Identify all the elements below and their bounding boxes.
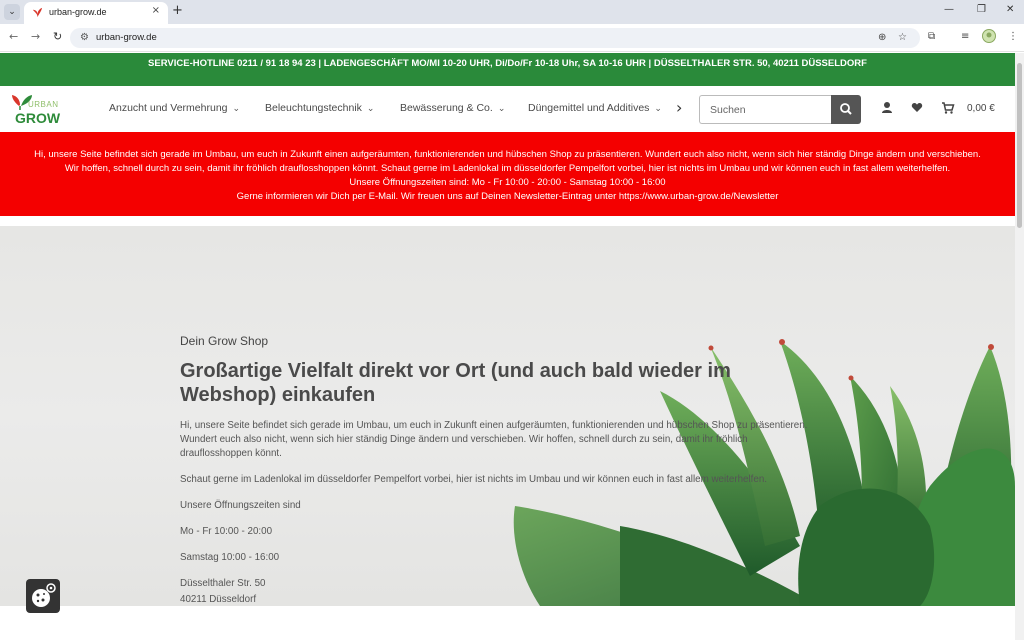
nav-item-label: Beleuchtungstechnik xyxy=(265,102,362,114)
zoom-icon[interactable]: ⊕ xyxy=(878,32,886,43)
site-header: URBAN GROW Anzucht und Vermehrung ⌄ Beleu… xyxy=(0,86,1015,132)
browser-tab-bar: ⌄ urban-grow.de × + — ❐ ✕ xyxy=(0,0,1024,24)
notice-line: Unsere Öffnungszeiten sind: Mo - Fr 10:0… xyxy=(349,177,666,188)
chevron-down-icon: ⌄ xyxy=(232,103,241,113)
tab-title: urban-grow.de xyxy=(49,7,107,17)
spacer xyxy=(0,216,1015,226)
hero-address-street: Düsselthaler Str. 50 xyxy=(180,578,266,589)
site-info-icon[interactable]: ⚙ xyxy=(80,32,89,43)
logo-text-grow: GROW xyxy=(15,110,61,126)
hero-eyebrow: Dein Grow Shop xyxy=(180,334,269,348)
media-controls-icon[interactable]: ≡ xyxy=(961,31,969,42)
nav-scroll-right-icon[interactable]: › xyxy=(676,98,682,117)
wishlist-heart-icon[interactable] xyxy=(911,101,923,115)
site-logo[interactable]: URBAN GROW xyxy=(10,90,62,130)
account-icon[interactable] xyxy=(881,101,893,115)
scrollbar-thumb[interactable] xyxy=(1017,63,1022,228)
extensions-icon[interactable]: ⧉ xyxy=(928,31,935,42)
window-close-icon[interactable]: ✕ xyxy=(1006,4,1014,15)
search-button[interactable] xyxy=(831,95,861,124)
new-tab-button[interactable]: + xyxy=(172,3,183,18)
nav-item-label: Anzucht und Vermehrung xyxy=(109,102,228,114)
back-icon[interactable]: ← xyxy=(9,30,18,43)
notice-line: Wir hoffen, schnell durch zu sein, damit… xyxy=(64,163,951,174)
notice-line: Gerne informieren wir Dich per E-Mail. W… xyxy=(236,191,779,202)
hero-content: Dein Grow Shop Großartige Vielfalt direk… xyxy=(180,334,820,606)
search-input[interactable] xyxy=(699,95,831,124)
web-page: SERVICE-HOTLINE 0211 / 91 18 94 23 | LAD… xyxy=(0,53,1015,640)
chevron-down-icon: ⌄ xyxy=(366,103,375,113)
address-url[interactable]: urban-grow.de xyxy=(96,32,157,43)
hero-paragraph: Mo - Fr 10:00 - 20:00 xyxy=(180,526,273,537)
minimize-icon[interactable]: — xyxy=(944,4,954,15)
hero-paragraph: Samstag 10:00 - 16:00 xyxy=(180,552,280,563)
hero-paragraph: Hi, unsere Seite befindet sich gerade im… xyxy=(180,420,808,459)
tab-search-dropdown-icon[interactable]: ⌄ xyxy=(4,4,20,20)
hero-address-city: 40211 Düsseldorf xyxy=(180,594,257,605)
nav-item-bewaesserung[interactable]: Bewässerung & Co. ⌄ xyxy=(400,102,505,114)
hero-title: Großartige Vielfalt direkt vor Ort (und … xyxy=(180,360,731,406)
cookie-icon xyxy=(32,583,56,607)
cart-total[interactable]: 0,00 € xyxy=(967,103,995,114)
browser-toolbar: ← → ↻ ⚙ urban-grow.de ⊕ ☆ ⧉ ≡ ⋮ xyxy=(0,24,1024,52)
reload-icon[interactable]: ↻ xyxy=(53,30,62,43)
nav-item-beleuchtung[interactable]: Beleuchtungstechnik ⌄ xyxy=(265,102,374,114)
tab-close-icon[interactable]: × xyxy=(152,5,160,16)
favicon-icon xyxy=(32,7,43,18)
cookie-settings-button[interactable] xyxy=(26,579,60,613)
page-scrollbar[interactable] xyxy=(1015,53,1024,640)
nav-item-duengemittel[interactable]: Düngemittel und Additives ⌄ xyxy=(528,102,662,114)
address-bar[interactable]: ⚙ urban-grow.de ⊕ ☆ xyxy=(70,28,920,48)
hero-paragraph: Schaut gerne im Ladenlokal im düsseldorf… xyxy=(180,474,768,485)
nav-item-label: Bewässerung & Co. xyxy=(400,102,493,114)
nav-item-label: Düngemittel und Additives xyxy=(528,102,650,114)
hero-paragraph: Unsere Öffnungszeiten sind xyxy=(180,500,301,511)
restore-icon[interactable]: ❐ xyxy=(977,4,986,15)
search-icon xyxy=(840,103,852,115)
chevron-down-icon: ⌄ xyxy=(497,103,506,113)
browser-tab[interactable]: urban-grow.de × xyxy=(24,2,168,24)
nav-item-anzucht[interactable]: Anzucht und Vermehrung ⌄ xyxy=(109,102,240,114)
chevron-down-icon: ⌄ xyxy=(654,103,662,113)
hero-section: Dein Grow Shop Großartige Vielfalt direk… xyxy=(0,226,1015,606)
profile-avatar-icon[interactable] xyxy=(982,29,996,43)
logo-text-urban: URBAN xyxy=(28,100,59,109)
bookmark-star-icon[interactable]: ☆ xyxy=(898,32,907,43)
page-below-hero xyxy=(0,606,1015,640)
service-hotline-bar: SERVICE-HOTLINE 0211 / 91 18 94 23 | LAD… xyxy=(0,53,1015,86)
browser-menu-icon[interactable]: ⋮ xyxy=(1008,31,1018,42)
cart-icon[interactable] xyxy=(941,101,955,115)
construction-notice-banner: Hi, unsere Seite befindet sich gerade im… xyxy=(0,132,1015,216)
forward-icon[interactable]: → xyxy=(31,30,40,43)
notice-line: Hi, unsere Seite befindet sich gerade im… xyxy=(34,149,981,160)
